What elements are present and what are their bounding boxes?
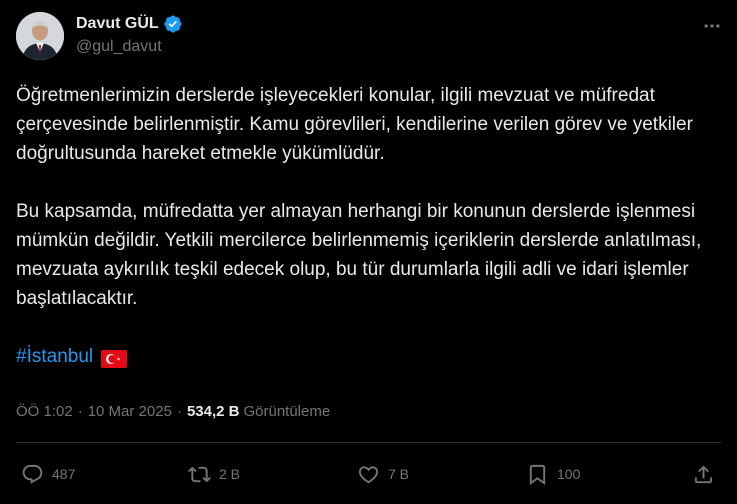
tweet-text: Öğretmenlerimizin derslerde işleyecekler… bbox=[16, 81, 716, 371]
share-icon bbox=[694, 464, 713, 483]
more-dots-icon bbox=[704, 24, 720, 28]
tweet-paragraph: Bu kapsamda, müfredatta yer almayan herh… bbox=[16, 201, 702, 309]
bookmark-button[interactable]: 100 bbox=[526, 460, 580, 488]
profile-photo-icon bbox=[16, 12, 64, 60]
repost-count: 2 B bbox=[219, 466, 241, 482]
display-name[interactable]: Davut GÜL bbox=[76, 14, 159, 34]
meta-separator: · bbox=[77, 403, 83, 420]
bookmark-icon bbox=[529, 464, 546, 485]
views-label: Görüntüleme bbox=[243, 403, 331, 420]
views-count: 534,2 B bbox=[186, 403, 240, 420]
avatar[interactable] bbox=[16, 12, 64, 60]
hashtag-link[interactable]: #İstanbul bbox=[16, 342, 93, 371]
verified-badge-icon[interactable] bbox=[163, 14, 183, 34]
tweet-date[interactable]: 10 Mar 2025 bbox=[88, 402, 172, 422]
more-options-button[interactable] bbox=[700, 14, 724, 38]
reply-icon bbox=[22, 464, 43, 484]
like-button[interactable]: 7 B bbox=[357, 460, 409, 488]
repost-icon bbox=[188, 466, 211, 482]
divider bbox=[16, 442, 721, 443]
bookmark-count: 100 bbox=[557, 466, 581, 482]
reply-button[interactable]: 487 bbox=[21, 460, 75, 488]
like-count: 7 B bbox=[388, 466, 410, 482]
turkey-flag-icon bbox=[101, 348, 128, 368]
reply-count: 487 bbox=[52, 466, 76, 482]
heart-icon bbox=[358, 465, 379, 483]
meta-separator: · bbox=[176, 403, 182, 420]
author-handle[interactable]: @gul_davut bbox=[76, 37, 162, 57]
tweet-time[interactable]: ÖÖ 1:02 bbox=[16, 402, 73, 422]
repost-button[interactable]: 2 B bbox=[188, 460, 240, 488]
tweet-meta: ÖÖ 1:02 · 10 Mar 2025 · 534,2 B Görüntül… bbox=[16, 402, 330, 422]
action-bar: 487 2 B 7 B 100 bbox=[16, 460, 721, 488]
share-button[interactable] bbox=[692, 460, 715, 488]
tweet-paragraph: Öğretmenlerimizin derslerde işleyecekler… bbox=[16, 85, 693, 164]
